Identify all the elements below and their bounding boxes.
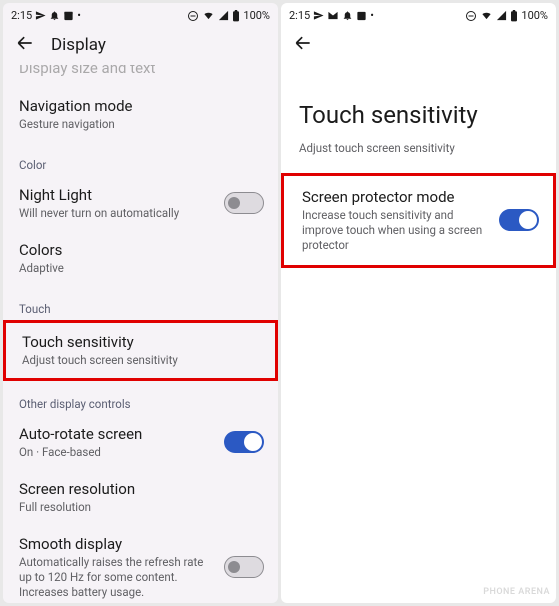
- signal-icon: [218, 10, 229, 21]
- item-sub: Increase touch sensitivity and improve t…: [302, 208, 493, 253]
- item-title: Smooth display: [19, 535, 218, 553]
- back-button[interactable]: [15, 33, 35, 57]
- phone-left: 2:15 • 100% Display Display size and tex…: [3, 3, 278, 603]
- battery-pct: 100%: [243, 9, 270, 22]
- calendar-icon: [356, 10, 367, 21]
- appbar: [281, 25, 556, 65]
- toggle-auto-rotate[interactable]: [224, 431, 264, 453]
- item-touch-sensitivity[interactable]: Touch sensitivity Adjust touch screen se…: [3, 320, 278, 381]
- item-sub: Gesture navigation: [19, 117, 262, 132]
- section-touch: Touch: [3, 286, 278, 320]
- item-title: Navigation mode: [19, 97, 262, 115]
- battery-icon: [510, 10, 518, 22]
- page-title: Display: [51, 35, 106, 55]
- item-title: Screen protector mode: [302, 188, 493, 206]
- status-right: 100%: [187, 9, 270, 22]
- item-smooth-display[interactable]: Smooth display Automatically raises the …: [3, 525, 278, 603]
- status-bar: 2:15 • 100%: [3, 3, 278, 25]
- status-left: 2:15 •: [11, 9, 81, 22]
- clock: 2:15: [289, 9, 310, 22]
- item-sub: Full resolution: [19, 500, 262, 515]
- item-colors[interactable]: Colors Adaptive: [3, 231, 278, 286]
- status-right: 100%: [465, 9, 548, 22]
- item-title: Screen resolution: [19, 480, 262, 498]
- watermark: PHONE ARENA: [483, 587, 550, 597]
- dnd-icon: [465, 10, 477, 22]
- item-title: Night Light: [19, 186, 218, 204]
- item-sub: Automatically raises the refresh rate up…: [19, 555, 218, 600]
- send-icon: [313, 10, 324, 21]
- toggle-night-light[interactable]: [224, 192, 264, 214]
- item-screen-protector-mode[interactable]: Screen protector mode Increase touch sen…: [281, 173, 556, 268]
- calendar-icon: [63, 10, 74, 21]
- item-resolution[interactable]: Screen resolution Full resolution: [3, 470, 278, 525]
- phone-right: 2:15 • 100% Touch sensitivity Adjust tou…: [281, 3, 556, 603]
- dot-icon: •: [370, 9, 374, 22]
- toggle-screen-protector[interactable]: [499, 209, 539, 231]
- cutoff-item: Display size and text: [3, 65, 278, 87]
- back-button[interactable]: [293, 33, 313, 57]
- dot-icon: •: [77, 9, 81, 22]
- mail-icon: [327, 10, 339, 21]
- bell-icon: [342, 10, 353, 21]
- item-navigation-mode[interactable]: Navigation mode Gesture navigation: [3, 87, 278, 142]
- send-icon: [35, 10, 46, 21]
- section-other: Other display controls: [3, 381, 278, 415]
- signal-icon: [496, 10, 507, 21]
- item-sub: On · Face-based: [19, 445, 218, 460]
- item-night-light[interactable]: Night Light Will never turn on automatic…: [3, 176, 278, 231]
- bell-icon: [49, 10, 60, 21]
- item-sub: Adjust touch screen sensitivity: [22, 353, 259, 368]
- item-title: Colors: [19, 241, 262, 259]
- item-sub: Adaptive: [19, 261, 262, 276]
- status-bar: 2:15 • 100%: [281, 3, 556, 25]
- item-sub: Will never turn on automatically: [19, 206, 218, 221]
- section-color: Color: [3, 142, 278, 176]
- settings-list[interactable]: Display size and text Navigation mode Ge…: [3, 65, 278, 603]
- item-auto-rotate[interactable]: Auto-rotate screen On · Face-based: [3, 415, 278, 470]
- toggle-smooth-display[interactable]: [224, 556, 264, 578]
- battery-icon: [232, 10, 240, 22]
- dnd-icon: [187, 10, 199, 22]
- status-left: 2:15 •: [289, 9, 374, 22]
- clock: 2:15: [11, 9, 32, 22]
- wifi-icon: [202, 10, 215, 21]
- item-title: Touch sensitivity: [22, 333, 259, 351]
- battery-pct: 100%: [521, 9, 548, 22]
- item-title: Auto-rotate screen: [19, 425, 218, 443]
- page-title: Touch sensitivity: [281, 65, 556, 135]
- appbar: Display: [3, 25, 278, 65]
- page-subtitle: Adjust touch screen sensitivity: [281, 135, 556, 173]
- wifi-icon: [480, 10, 493, 21]
